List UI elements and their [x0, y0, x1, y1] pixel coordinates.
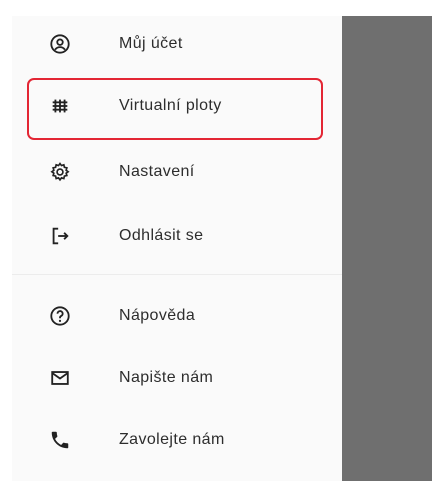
navigation-drawer: Můj účet Virtualní ploty Nastavení Odhlá…	[12, 16, 342, 481]
account-circle-icon	[49, 33, 71, 55]
logout-icon	[49, 225, 71, 247]
menu-item-virtual-fences[interactable]: Virtualní ploty	[12, 78, 342, 140]
menu-item-label: Zavolejte nám	[119, 431, 225, 448]
menu-item-my-account[interactable]: Můj účet	[12, 16, 342, 72]
menu-divider	[12, 274, 342, 275]
menu-item-help[interactable]: Nápověda	[12, 288, 342, 344]
help-circle-icon	[49, 305, 71, 327]
phone-icon	[49, 429, 71, 451]
menu-item-write-us[interactable]: Napište nám	[12, 350, 342, 406]
menu-item-label: Odhlásit se	[119, 227, 204, 244]
gear-icon	[49, 161, 71, 183]
mail-icon	[49, 367, 71, 389]
menu-item-label: Můj účet	[119, 35, 183, 52]
menu-item-settings[interactable]: Nastavení	[12, 144, 342, 200]
menu-item-label: Nastavení	[119, 163, 195, 180]
app-screen: Můj účet Virtualní ploty Nastavení Odhlá…	[0, 0, 432, 481]
grid-fence-icon	[49, 95, 71, 117]
background-scrim[interactable]	[342, 16, 432, 481]
menu-item-logout[interactable]: Odhlásit se	[12, 208, 342, 264]
menu-item-call-us[interactable]: Zavolejte nám	[12, 412, 342, 468]
menu-item-label: Nápověda	[119, 307, 196, 324]
menu-item-label: Virtualní ploty	[119, 97, 222, 114]
menu-item-label: Napište nám	[119, 369, 214, 386]
